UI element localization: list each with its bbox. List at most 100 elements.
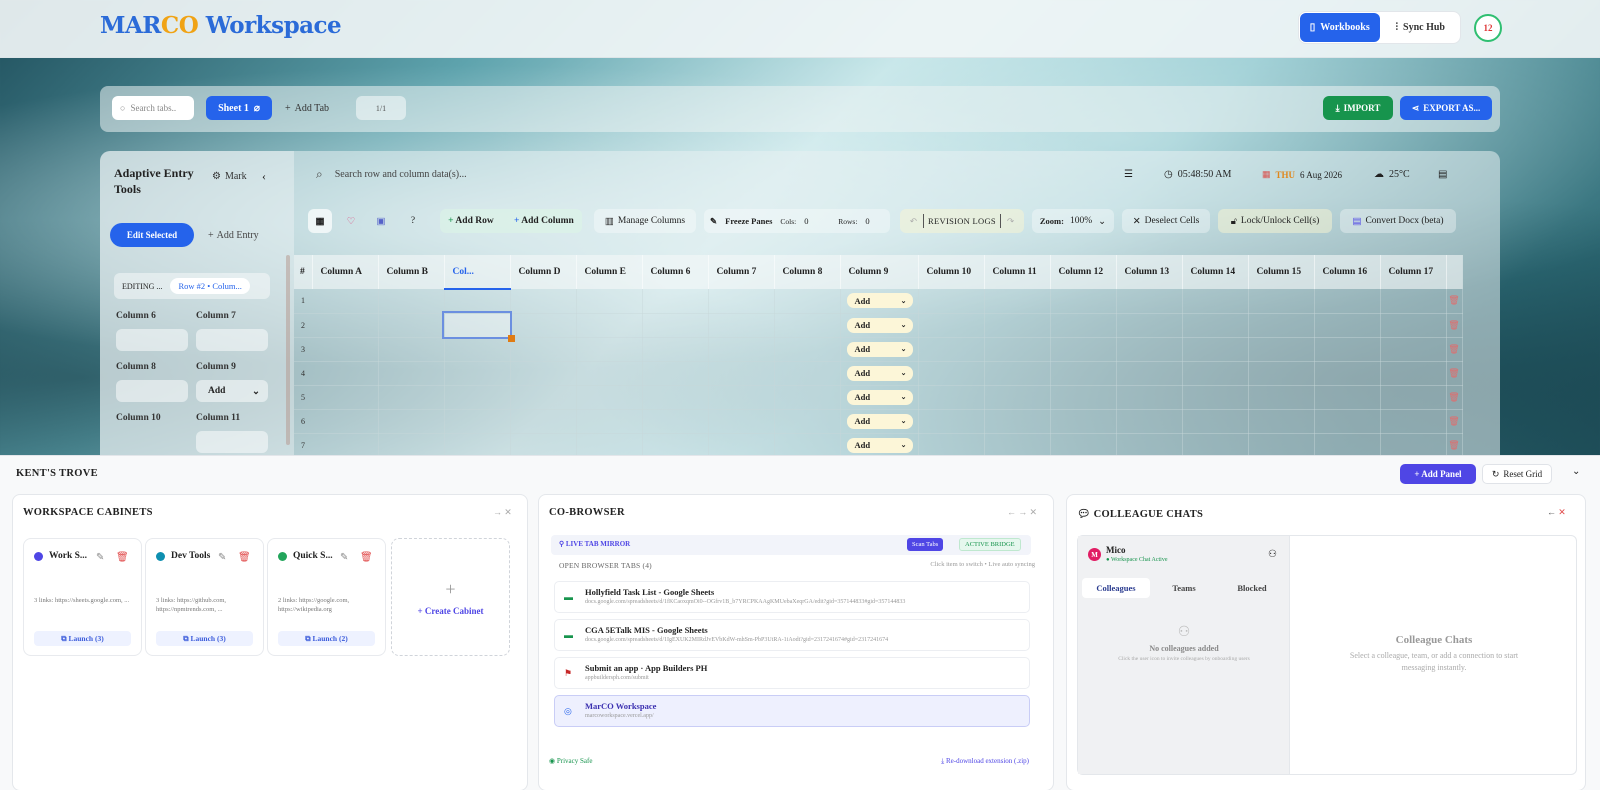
grid-cell[interactable] [984,361,1051,386]
undo-icon[interactable]: ↶ [910,216,917,227]
grid-cell[interactable] [708,313,775,338]
grid-cell[interactable] [1248,361,1315,386]
grid-cell[interactable] [576,337,643,362]
trash-icon[interactable]: 🗑︎ [1446,289,1463,314]
grid-cell[interactable] [708,289,775,314]
cell-dropdown[interactable]: Add ⌄ [846,317,913,333]
browser-tab-item[interactable]: ◎ MarCO Workspace marcoworkspace.vercel.… [554,695,1030,727]
grid-cell[interactable] [444,385,511,410]
redo-icon[interactable]: ↷ [1007,216,1014,227]
grid-cell[interactable] [378,409,445,434]
trash-icon[interactable]: 🗑︎ [1446,385,1463,410]
grid-cell[interactable] [1116,361,1183,386]
heart-icon[interactable]: ♡ [340,209,362,233]
sync-hub-button[interactable]: ⫶ Sync Hub [1381,12,1461,43]
grid-cell[interactable] [1248,337,1315,362]
fill-handle[interactable] [507,334,515,342]
grid-cell[interactable] [984,337,1051,362]
edit-selected-button[interactable]: Edit Selected [110,223,194,247]
grid-cell[interactable] [1182,289,1249,314]
convert-docx-button[interactable]: ▤ Convert Docx (beta) [1340,209,1456,233]
add-panel-button[interactable]: + Add Panel [1400,464,1476,484]
column-header[interactable]: Column 11 [984,255,1051,289]
grid-cell[interactable] [312,337,379,362]
browser-tab-item[interactable]: ▬ CGA 5ETalk MIS - Google Sheets docs.go… [554,619,1030,651]
trash-icon[interactable]: 🗑︎ [238,552,251,563]
grid-cell[interactable] [1248,289,1315,314]
grid-cell[interactable]: Add ⌄ [840,361,919,386]
grid-cell[interactable] [1248,409,1315,434]
launch-button[interactable]: ⧉ Launch (3) [156,631,253,646]
grid-cell[interactable] [444,409,511,434]
revision-logs-button[interactable]: REVISION LOGS [923,214,1001,228]
grid-cell[interactable] [1050,409,1117,434]
cell-dropdown[interactable]: Add ⌄ [846,413,913,429]
grid-cell[interactable] [1182,313,1249,338]
trash-icon[interactable]: 🗑︎ [1446,433,1463,455]
grid-cell[interactable] [576,409,643,434]
grid-cell[interactable] [918,313,985,338]
column-header[interactable]: Column D [510,255,577,289]
add-row-button[interactable]: + Add Row [448,216,494,226]
grid-cell[interactable]: Add ⌄ [840,313,919,338]
grid-cell[interactable] [1050,385,1117,410]
grid-cell[interactable]: Add ⌄ [840,337,919,362]
grid-cell[interactable] [918,433,985,455]
column-header[interactable]: Column A [312,255,379,289]
grid-cell[interactable] [312,409,379,434]
tab-sheet-1[interactable]: Sheet 1 ⌀ [206,96,272,120]
grid-cell[interactable] [1248,385,1315,410]
freeze-rows-input[interactable]: 0 [865,216,869,226]
field-input[interactable] [116,329,188,351]
nav-arrows-icon[interactable]: ← → ✕ [1007,507,1037,518]
redownload-link[interactable]: ⤓ Re-download extension (.zip) [941,757,1029,766]
edit-icon[interactable]: ✎ [96,552,104,563]
cabinet-card[interactable]: Dev Tools ✎ 🗑︎ 3 links: https://github.c… [145,538,264,656]
column-header[interactable]: Col... [444,255,511,290]
grid-cell[interactable] [774,337,841,362]
grid-cell[interactable] [984,409,1051,434]
lock-unlock-button[interactable]: 🔓︎ Lock/Unlock Cell(s) [1218,209,1332,233]
column-header[interactable]: Column 14 [1182,255,1249,289]
column-header[interactable]: Column 15 [1248,255,1315,289]
tab-blocked[interactable]: Blocked [1218,578,1286,598]
column-header[interactable]: Column 17 [1380,255,1447,289]
grid-cell[interactable] [774,433,841,455]
nav-arrow-icon[interactable]: ← ✕ [1547,507,1566,518]
launch-button[interactable]: ⧉ Launch (3) [34,631,131,646]
grid-cell[interactable] [708,385,775,410]
grid-search-input[interactable]: ⌕ Search row and column data(s)... [316,167,467,182]
grid-cell[interactable] [1116,313,1183,338]
grid-cell[interactable]: Add ⌄ [840,409,919,434]
grid-cell[interactable] [1182,433,1249,455]
grid-cell[interactable] [1314,409,1381,434]
add-column-button[interactable]: + Add Column [514,216,574,226]
grid-cell[interactable] [1050,289,1117,314]
grid-cell[interactable] [1116,433,1183,455]
deselect-cells-button[interactable]: ✕ Deselect Cells [1122,209,1210,233]
grid-cell[interactable] [378,337,445,362]
cabinet-card[interactable]: Work S... ✎ 🗑︎ 3 links: https://sheets.g… [23,538,142,656]
scrollbar[interactable] [286,255,290,445]
grid-cell[interactable] [984,289,1051,314]
grid-cell[interactable] [1116,289,1183,314]
trash-icon[interactable]: 🗑︎ [1446,361,1463,386]
column-header[interactable]: Column 6 [642,255,709,289]
grid-cell[interactable] [510,289,577,314]
column-header[interactable]: Column 10 [918,255,985,289]
workbooks-button[interactable]: ▯ Workbooks [1300,13,1380,42]
launch-button[interactable]: ⧉ Launch (2) [278,631,375,646]
grid-cell[interactable] [1380,385,1447,410]
grid-cell[interactable] [642,361,709,386]
grid-cell[interactable] [444,337,511,362]
trash-icon[interactable]: 🗑︎ [1446,409,1463,434]
column-header[interactable]: Column E [576,255,643,289]
grid-cell[interactable] [378,433,445,455]
grid-cell[interactable] [1380,337,1447,362]
grid-cell[interactable] [642,433,709,455]
grid-cell[interactable] [442,311,515,342]
add-tab-button[interactable]: + Add Tab [285,96,329,120]
grid-cell[interactable] [642,385,709,410]
column-header[interactable]: Column 7 [708,255,775,289]
cabinet-card[interactable]: Quick S... ✎ 🗑︎ 2 links: https://google.… [267,538,386,656]
